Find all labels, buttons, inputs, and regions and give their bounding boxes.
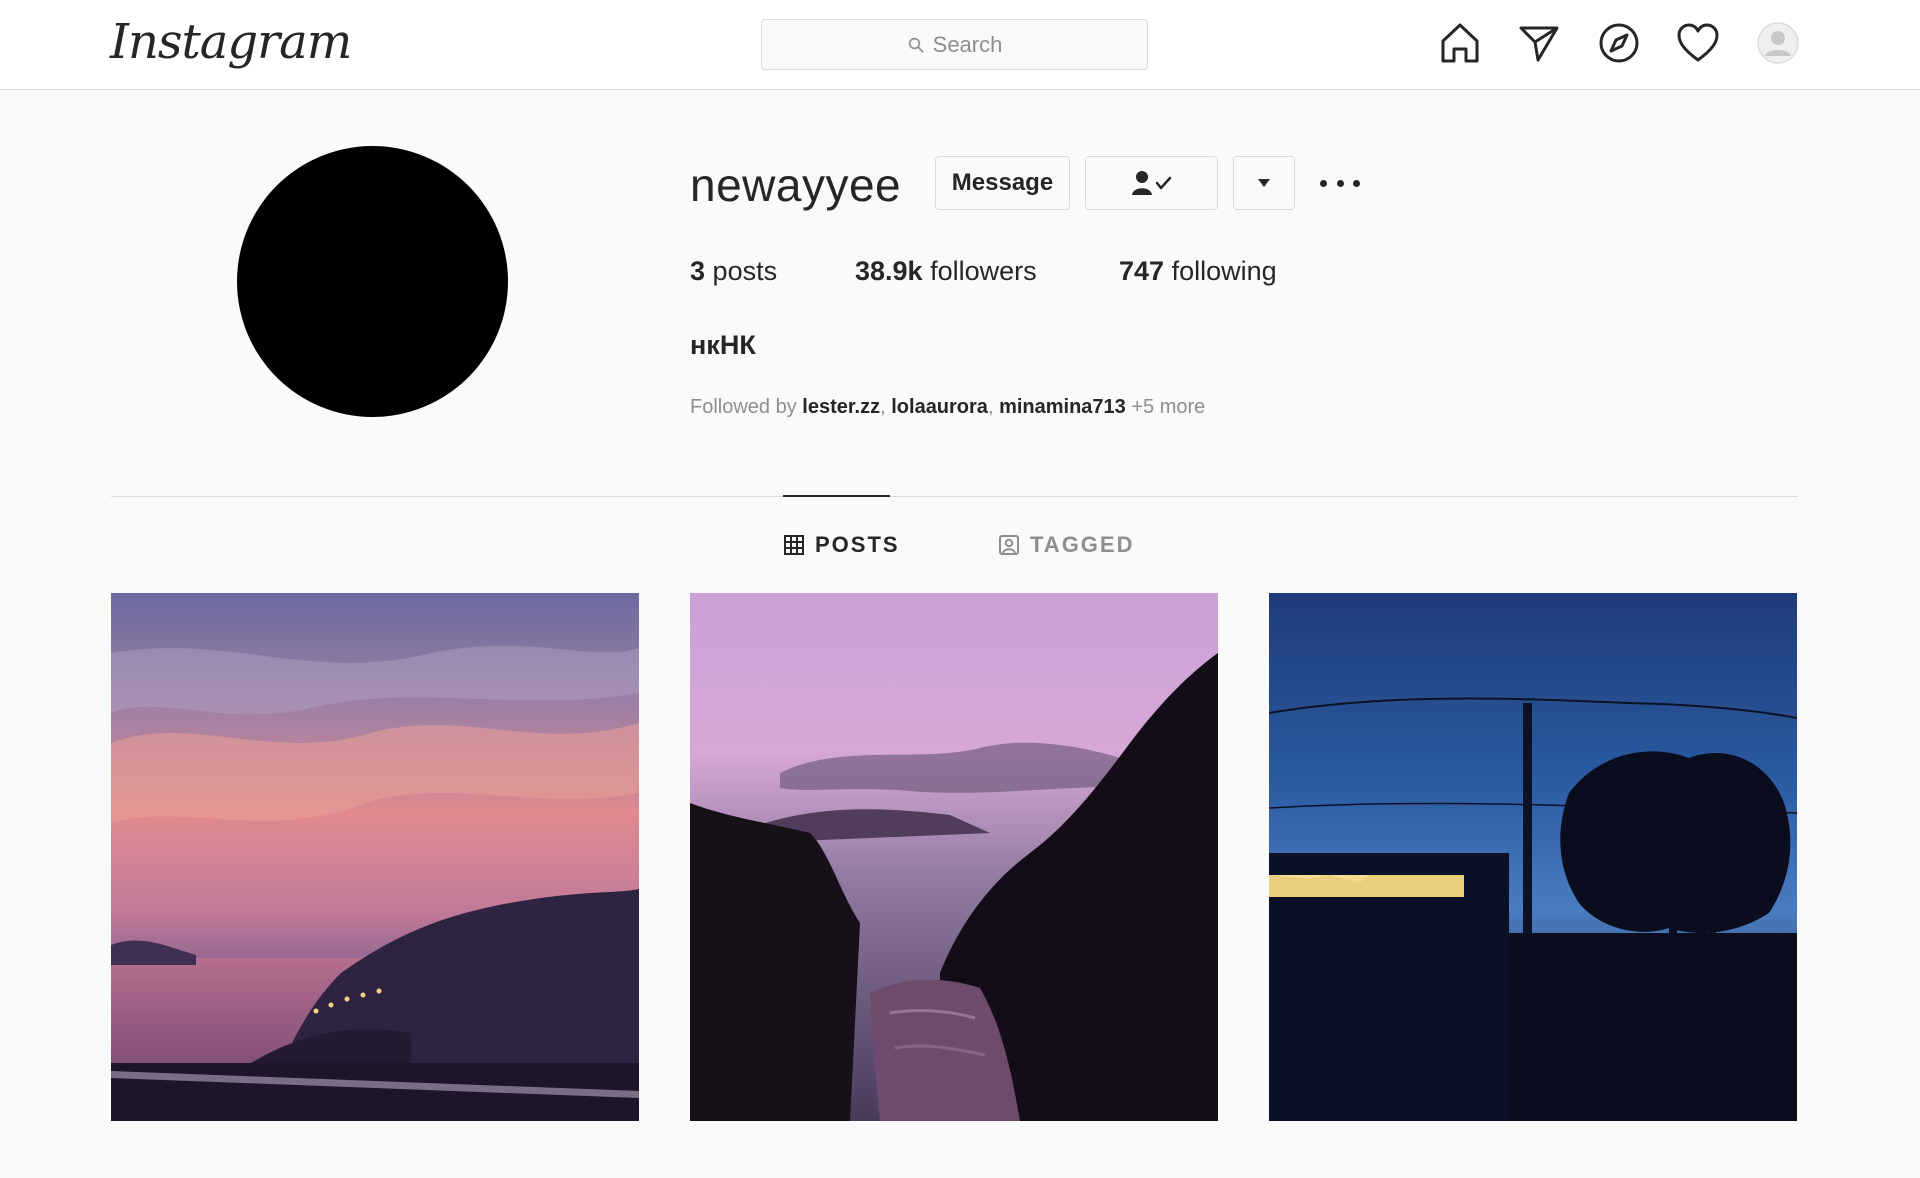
more-options-icon: [1320, 179, 1327, 187]
followers-link[interactable]: 38.9k followers: [855, 256, 1037, 287]
direct-messages-button[interactable]: [1516, 20, 1562, 66]
tabs-divider: [111, 496, 1798, 497]
separator: ,: [880, 396, 892, 418]
tab-tagged-label: TAGGED: [1030, 532, 1135, 557]
post-image-sunset-bay: [111, 593, 639, 1121]
profile-username: newayyee: [690, 159, 902, 211]
activity-heart-icon: [1677, 23, 1719, 62]
posts-count-label: posts: [712, 256, 778, 286]
suggestions-dropdown-button[interactable]: [1233, 156, 1295, 210]
direct-message-icon: [1519, 26, 1559, 62]
post-thumbnail[interactable]: [690, 593, 1218, 1121]
caret-down-icon: [1258, 179, 1270, 187]
followed-by-prefix: Followed by: [690, 396, 797, 418]
post-image-dusk-river: [690, 593, 1218, 1121]
person-check-icon: [1131, 171, 1171, 195]
tagged-icon: [999, 535, 1019, 555]
profile-picture[interactable]: [237, 146, 508, 417]
home-icon: [1441, 23, 1479, 63]
mutual-follower: lolaaurora: [891, 396, 988, 418]
profile-full-name: нкНК: [690, 330, 756, 360]
profile-button[interactable]: [1755, 20, 1801, 66]
followers-count-number: 38.9k: [855, 256, 923, 286]
post-image-night-power-line: [1269, 593, 1797, 1121]
more-options-icon: [1353, 179, 1360, 187]
following-button[interactable]: [1085, 156, 1218, 210]
mutual-follower: minamina713: [999, 396, 1126, 418]
following-count-label: following: [1171, 256, 1277, 286]
following-link[interactable]: 747 following: [1119, 256, 1277, 287]
message-button[interactable]: Message: [935, 156, 1070, 210]
post-thumbnail[interactable]: [1269, 593, 1797, 1121]
search-input[interactable]: Search: [761, 19, 1148, 70]
posts-count: 3 posts: [690, 256, 777, 287]
grid-icon: [784, 535, 804, 555]
home-button[interactable]: [1437, 20, 1483, 66]
following-count-number: 747: [1119, 256, 1165, 286]
search-placeholder: Search: [932, 31, 1003, 57]
mutual-follower: lester.zz: [802, 396, 881, 418]
explore-icon: [1599, 23, 1639, 63]
post-thumbnail[interactable]: [111, 593, 639, 1121]
profile-avatar-icon: [1757, 22, 1799, 64]
tab-posts[interactable]: POSTS: [783, 532, 900, 558]
tab-tagged[interactable]: TAGGED: [998, 532, 1134, 558]
followed-by-link[interactable]: Followed by lester.zz, lolaaurora, minam…: [690, 396, 1205, 419]
followed-by-more: +5 more: [1131, 396, 1206, 418]
separator: ,: [987, 396, 1000, 418]
top-navigation-bar: Instagram Search: [0, 0, 1920, 90]
posts-count-number: 3: [690, 256, 706, 286]
explore-button[interactable]: [1596, 20, 1642, 66]
more-options-button[interactable]: [1320, 170, 1360, 196]
followers-count-label: followers: [930, 256, 1037, 286]
more-options-icon: [1336, 179, 1344, 187]
tab-posts-label: POSTS: [815, 532, 900, 557]
activity-button[interactable]: [1675, 20, 1721, 66]
instagram-logo[interactable]: Instagram: [110, 14, 352, 70]
search-icon: [908, 37, 924, 53]
active-tab-indicator: [783, 495, 890, 497]
